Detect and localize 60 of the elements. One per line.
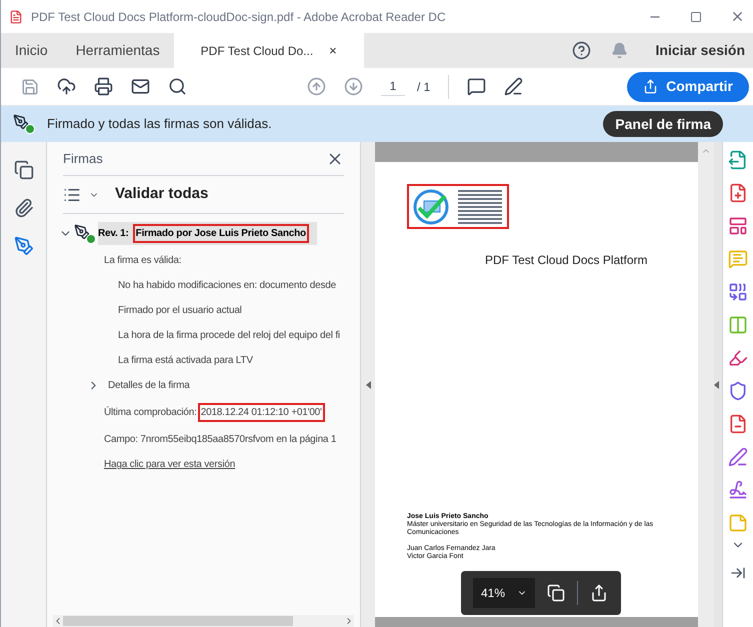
signer-name: Firmado por Jose Luis Prieto Sancho (132, 224, 309, 243)
help-icon[interactable] (572, 41, 591, 60)
signature-valid-icon (74, 224, 96, 244)
tab-close-button[interactable]: × (329, 40, 337, 60)
cloud-upload-icon[interactable] (57, 77, 76, 96)
notification-text: Firmado y todas las firmas son válidas. (47, 115, 272, 134)
signature-valid-icon (13, 114, 35, 134)
signature-detail: La hora de la firma procede del reloj del equipo del fi (118, 329, 341, 343)
zoom-dropdown[interactable]: 41% (473, 578, 536, 608)
window-title: PDF Test Cloud Docs Platform-cloudDoc-sign.pdf - Adobe Acrobat Reader DC (31, 8, 446, 26)
previous-page-icon[interactable] (307, 77, 326, 96)
page-total: / 1 (417, 78, 430, 96)
signature-panel-button[interactable]: Panel de firma (603, 111, 723, 137)
file-plus-icon[interactable] (728, 183, 748, 203)
share-icon (643, 79, 658, 94)
page-number-field[interactable]: 1 (381, 77, 405, 96)
search-icon[interactable] (168, 77, 187, 96)
paperclip-icon[interactable] (14, 198, 34, 218)
save-icon[interactable] (21, 78, 39, 96)
pdf-file-icon (9, 10, 23, 24)
view-version-link[interactable]: Haga clic para ver esta versión (104, 457, 360, 472)
document-heading: PDF Test Cloud Docs Platform (485, 252, 648, 269)
tab[interactable]: PDF Test Cloud Do... × (174, 33, 364, 68)
validate-all-button[interactable]: Validar todas (115, 183, 208, 206)
tab[interactable]: Inicio (1, 33, 62, 68)
close-icon[interactable] (730, 9, 745, 24)
field-info: Campo: 7nrom55eibq185aa8570rsfvom en la página 1 (104, 433, 338, 447)
maximize-icon[interactable] (690, 10, 702, 22)
signature-detail: No ha habido modificaciones en: documento desde (118, 279, 337, 293)
signature-detail: Firmado por el usuario actual (118, 304, 243, 318)
revision-label: Rev. 1: (98, 227, 129, 241)
pen-icon[interactable] (504, 77, 524, 96)
tab[interactable]: Herramientas (62, 33, 174, 68)
highlighter-icon[interactable] (728, 348, 748, 368)
collapse-pane-icon[interactable] (730, 565, 746, 581)
mail-icon[interactable] (131, 77, 150, 96)
signature-row[interactable]: Rev. 1: Firmado por Jose Luis Prieto Sancho (98, 222, 317, 245)
horizontal-scrollbar[interactable] (53, 615, 354, 627)
next-page-icon[interactable] (344, 77, 363, 96)
upload-icon[interactable] (590, 584, 608, 602)
pages-icon[interactable] (14, 160, 34, 180)
panel-title: Firmas (63, 150, 103, 168)
share-button[interactable]: Compartir (627, 72, 749, 102)
sign-in-link[interactable]: Iniciar sesión (656, 40, 745, 61)
signature-icon[interactable] (728, 480, 748, 500)
last-check-label: Última comprobación: (104, 405, 197, 420)
validity-status: La firma es válida: (104, 254, 182, 268)
signature-detail: La firma está activada para LTV (118, 354, 254, 368)
checkmark-seal-icon (412, 188, 450, 226)
print-icon[interactable] (94, 77, 113, 96)
comment-icon[interactable] (467, 77, 486, 96)
file-minus-icon[interactable] (728, 414, 748, 434)
last-check-value: 2018.12.24 01:12:10 +01'00' (198, 403, 325, 422)
pen-icon[interactable] (728, 447, 748, 467)
layout-icon[interactable] (728, 216, 748, 236)
signature-details-toggle[interactable]: Detalles de la firma (108, 378, 190, 393)
page-display-icon[interactable] (547, 584, 566, 602)
combine-icon[interactable] (728, 282, 748, 302)
shield-icon[interactable] (728, 381, 748, 401)
file-export-icon[interactable] (728, 150, 748, 170)
